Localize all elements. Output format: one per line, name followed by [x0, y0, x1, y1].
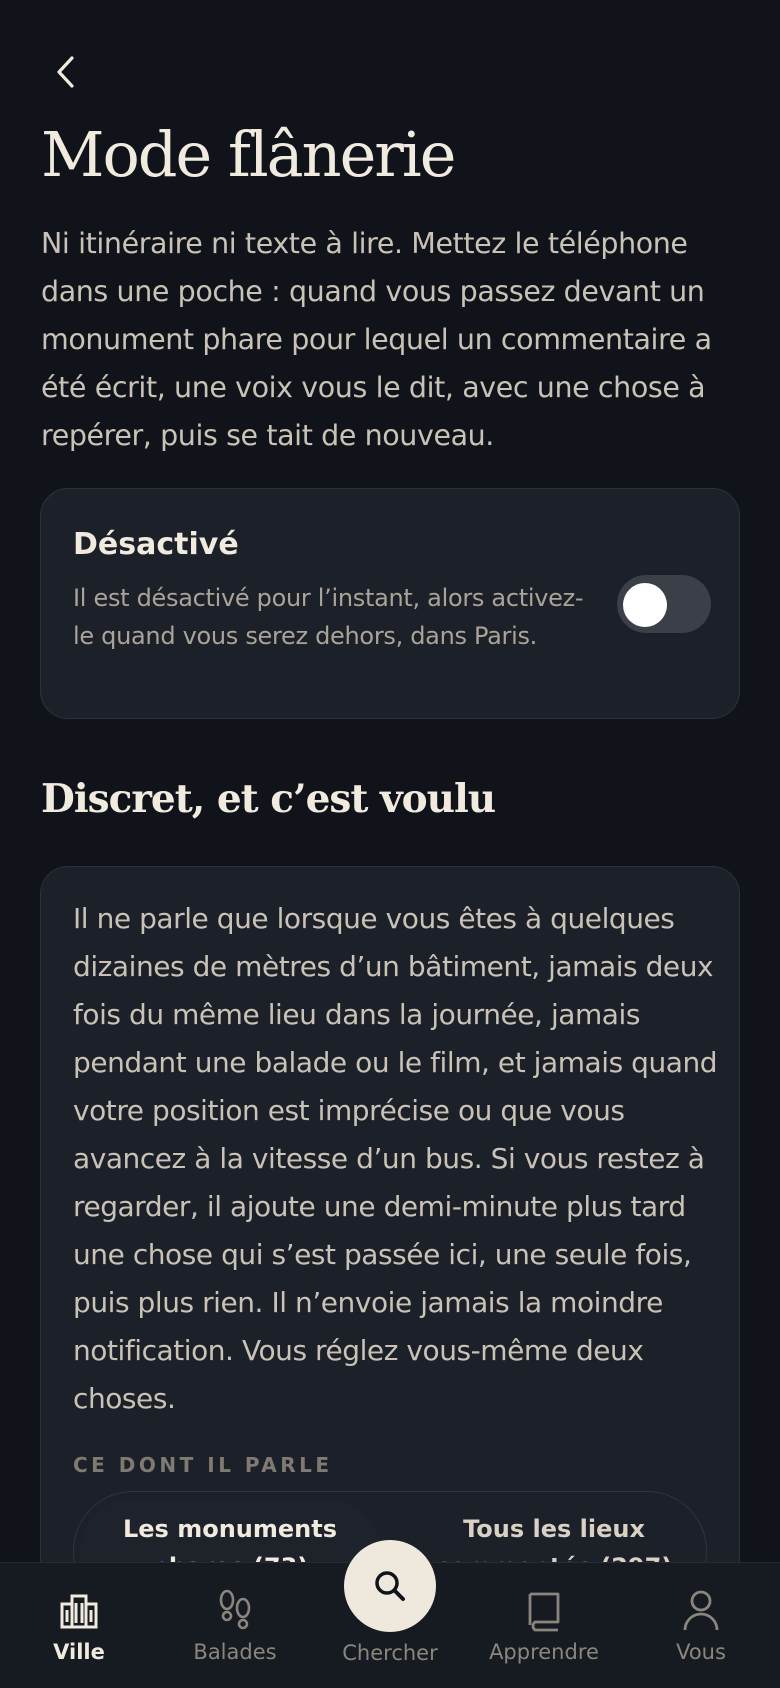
- back-button[interactable]: [44, 50, 88, 94]
- topics-subhead: CE DONT IL PARLE: [73, 1453, 333, 1477]
- nav-label-chercher: Chercher: [342, 1641, 438, 1665]
- status-card: Désactivé Il est désactivé pour l’instan…: [40, 488, 740, 719]
- footprints-icon: [219, 1589, 251, 1630]
- page-title: Mode flânerie: [41, 118, 456, 191]
- nav-label-ville: Ville: [53, 1640, 105, 1664]
- nav-ville[interactable]: Ville: [14, 1563, 144, 1688]
- nav-apprendre[interactable]: Apprendre: [479, 1563, 609, 1688]
- status-description: Il est désactivé pour l’instant, alors a…: [73, 584, 584, 650]
- info-text: Il ne parle que lorsque vous êtes à quel…: [73, 902, 718, 1415]
- flanerie-toggle[interactable]: [617, 575, 711, 633]
- nav-label-vous: Vous: [676, 1640, 726, 1664]
- intro-text: Ni itinéraire ni texte à lire. Mettez le…: [41, 227, 712, 452]
- status-title: Désactivé: [73, 527, 239, 562]
- chevron-left-icon: [57, 56, 74, 88]
- nav-balades[interactable]: Balades: [170, 1563, 300, 1688]
- search-button[interactable]: [344, 1540, 436, 1632]
- city-icon: [60, 1594, 98, 1629]
- section-title: Discret, et c’est voulu: [41, 776, 496, 822]
- user-icon: [683, 1590, 719, 1631]
- nav-vous[interactable]: Vous: [636, 1563, 766, 1688]
- book-icon: [528, 1592, 560, 1632]
- nav-label-balades: Balades: [193, 1640, 277, 1664]
- nav-label-apprendre: Apprendre: [489, 1640, 599, 1664]
- toggle-knob: [623, 583, 667, 627]
- search-icon: [375, 1571, 405, 1601]
